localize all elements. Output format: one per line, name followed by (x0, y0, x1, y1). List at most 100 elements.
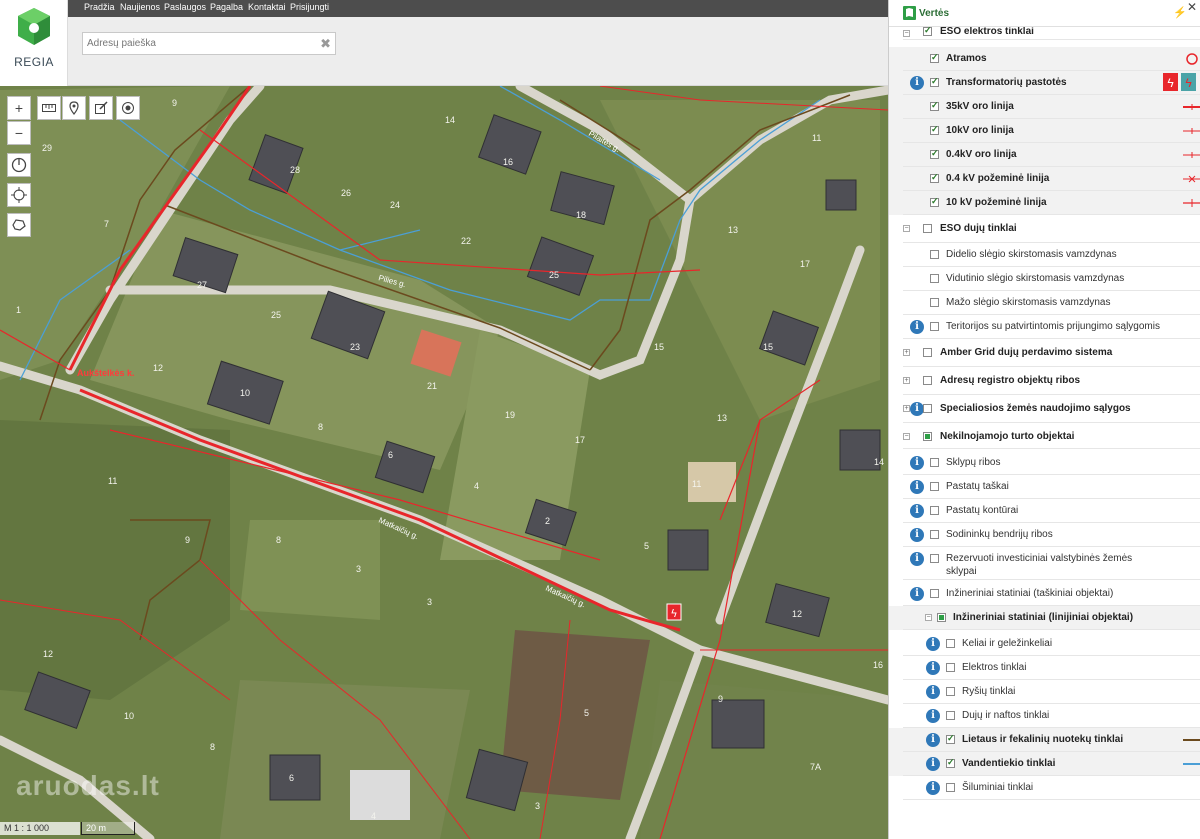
layer-row[interactable]: − Nekilnojamojo turto objektai (889, 425, 1200, 449)
expand-toggle[interactable]: − (925, 614, 932, 621)
layer-checkbox[interactable] (930, 76, 939, 87)
layer-checkbox[interactable] (923, 432, 932, 441)
layer-checkbox[interactable] (930, 250, 939, 259)
address-search-input[interactable] (83, 33, 311, 54)
layer-row[interactable]: Didelio slėgio skirstomasis vamzdynas (889, 243, 1200, 267)
layer-row[interactable]: i Vandentiekio tinklai (889, 752, 1200, 776)
nav-news[interactable]: Naujienos (120, 2, 160, 12)
info-icon[interactable]: i (910, 456, 924, 470)
layer-row[interactable]: 35kV oro linija (889, 95, 1200, 119)
layer-row[interactable]: i Pastatų taškai (889, 475, 1200, 499)
layer-row[interactable]: 10 kV požeminė linija (889, 191, 1200, 215)
layer-checkbox[interactable] (930, 482, 939, 491)
logo[interactable]: REGIA (0, 0, 68, 86)
layer-row[interactable]: i Sklypų ribos (889, 451, 1200, 475)
layer-row[interactable]: i Šiluminiai tinklai (889, 776, 1200, 800)
info-icon[interactable]: i (910, 320, 924, 334)
layer-row[interactable]: 10kV oro linija (889, 119, 1200, 143)
layer-row[interactable]: Vidutinio slėgio skirstomasis vamzdynas (889, 267, 1200, 291)
close-icon[interactable]: ✕ (1187, 0, 1197, 14)
layer-row[interactable]: i Pastatų kontūrai (889, 499, 1200, 523)
layer-row[interactable]: + i Specialiosios žemės naudojimo sąlygos (889, 397, 1200, 423)
layer-checkbox[interactable] (923, 376, 932, 385)
draw-area-button[interactable] (7, 213, 31, 237)
info-icon[interactable]: i (910, 587, 924, 601)
layer-checkbox[interactable] (946, 733, 955, 744)
layer-row[interactable]: i Teritorijos su patvirtintomis prijungim… (889, 315, 1200, 339)
layer-row[interactable]: i Lietaus ir fekalinių nuotekų tinklai (889, 728, 1200, 752)
zoom-out-button[interactable]: − (7, 121, 31, 145)
layer-row[interactable]: 0.4 kV požeminė linija (889, 167, 1200, 191)
expand-toggle[interactable]: + (903, 349, 910, 356)
layer-row[interactable]: i Keliai ir geležinkeliai (889, 632, 1200, 656)
layer-checkbox[interactable] (930, 554, 939, 563)
layer-checkbox[interactable] (930, 298, 939, 307)
layer-row[interactable]: i Inžineriniai statiniai (taškiniai objek… (889, 582, 1200, 606)
layer-row[interactable]: 0.4kV oro linija (889, 143, 1200, 167)
layer-checkbox[interactable] (930, 52, 939, 63)
layer-checkbox[interactable] (930, 589, 939, 598)
zoom-in-button[interactable]: + (7, 96, 31, 120)
layer-checkbox[interactable] (930, 506, 939, 515)
info-icon[interactable]: i (926, 709, 940, 723)
layer-checkbox[interactable] (946, 687, 955, 696)
info-icon[interactable]: i (910, 76, 924, 90)
layer-row[interactable]: − ESO dujų tinklai (889, 217, 1200, 243)
info-icon[interactable]: i (926, 781, 940, 795)
layer-row[interactable]: Atramos (889, 47, 1200, 71)
nav-help[interactable]: Pagalba (210, 2, 243, 12)
map-view[interactable]: ϟ 9 14 28 16 11 26 24 18 7 22 29 27 13 2… (0, 86, 888, 839)
layer-row[interactable]: i Dujų ir naftos tinklai (889, 704, 1200, 728)
edit-button[interactable] (89, 96, 113, 120)
info-icon[interactable]: i (926, 733, 940, 747)
info-icon[interactable]: i (926, 661, 940, 675)
info-icon[interactable]: i (926, 685, 940, 699)
layer-checkbox[interactable] (930, 322, 939, 331)
measure-button[interactable] (37, 96, 61, 120)
layer-row[interactable]: i Transformatorių pastotės ϟϟ (889, 71, 1200, 95)
layer-checkbox[interactable] (923, 348, 932, 357)
info-icon[interactable]: i (910, 402, 924, 416)
place-marker-button[interactable] (62, 96, 86, 120)
info-icon[interactable]: i (910, 504, 924, 518)
layer-row[interactable]: Mažo slėgio skirstomasis vamzdynas (889, 291, 1200, 315)
layer-checkbox[interactable] (923, 224, 932, 233)
layer-checkbox[interactable] (923, 404, 932, 413)
layer-row[interactable]: i Sodininkų bendrijų ribos (889, 523, 1200, 547)
info-icon[interactable]: i (926, 637, 940, 651)
reset-view-button[interactable] (7, 153, 31, 177)
layer-checkbox[interactable] (930, 100, 939, 111)
layer-row[interactable]: i Elektros tinklai (889, 656, 1200, 680)
nav-contacts[interactable]: Kontaktai (248, 2, 286, 12)
unpin-icon[interactable]: ⚡ (1173, 6, 1187, 19)
nav-services[interactable]: Paslaugos (164, 2, 206, 12)
layer-row[interactable]: + Adresų registro objektų ribos (889, 369, 1200, 395)
layer-checkbox[interactable] (930, 458, 939, 467)
nav-login[interactable]: Prisijungti (290, 2, 329, 12)
layer-checkbox[interactable] (930, 148, 939, 159)
layer-checkbox[interactable] (937, 613, 946, 622)
expand-toggle[interactable]: + (903, 405, 910, 412)
layer-checkbox[interactable] (930, 172, 939, 183)
expand-toggle[interactable]: − (903, 30, 910, 37)
layer-checkbox[interactable] (946, 783, 955, 792)
expand-toggle[interactable]: + (903, 377, 910, 384)
point-select-button[interactable] (116, 96, 140, 120)
layer-row[interactable]: i Ryšių tinklai (889, 680, 1200, 704)
info-icon[interactable]: i (910, 552, 924, 566)
locate-button[interactable] (7, 183, 31, 207)
layer-row[interactable]: i Rezervuoti investiciniai valstybinės že… (889, 547, 1200, 580)
layer-checkbox[interactable] (946, 757, 955, 768)
layer-checkbox[interactable] (946, 639, 955, 648)
layer-checkbox[interactable] (946, 711, 955, 720)
clear-icon[interactable]: ✖ (320, 36, 331, 52)
expand-toggle[interactable]: − (903, 225, 910, 232)
layer-checkbox[interactable] (930, 274, 939, 283)
info-icon[interactable]: i (926, 757, 940, 771)
layer-row[interactable]: + Amber Grid dujų perdavimo sistema (889, 341, 1200, 367)
layer-row[interactable]: − Inžineriniai statiniai (linijiniai obje… (889, 606, 1200, 630)
layer-checkbox[interactable] (923, 25, 932, 36)
layer-checkbox[interactable] (930, 530, 939, 539)
info-icon[interactable]: i (910, 528, 924, 542)
nav-home[interactable]: Pradžia (84, 2, 115, 12)
